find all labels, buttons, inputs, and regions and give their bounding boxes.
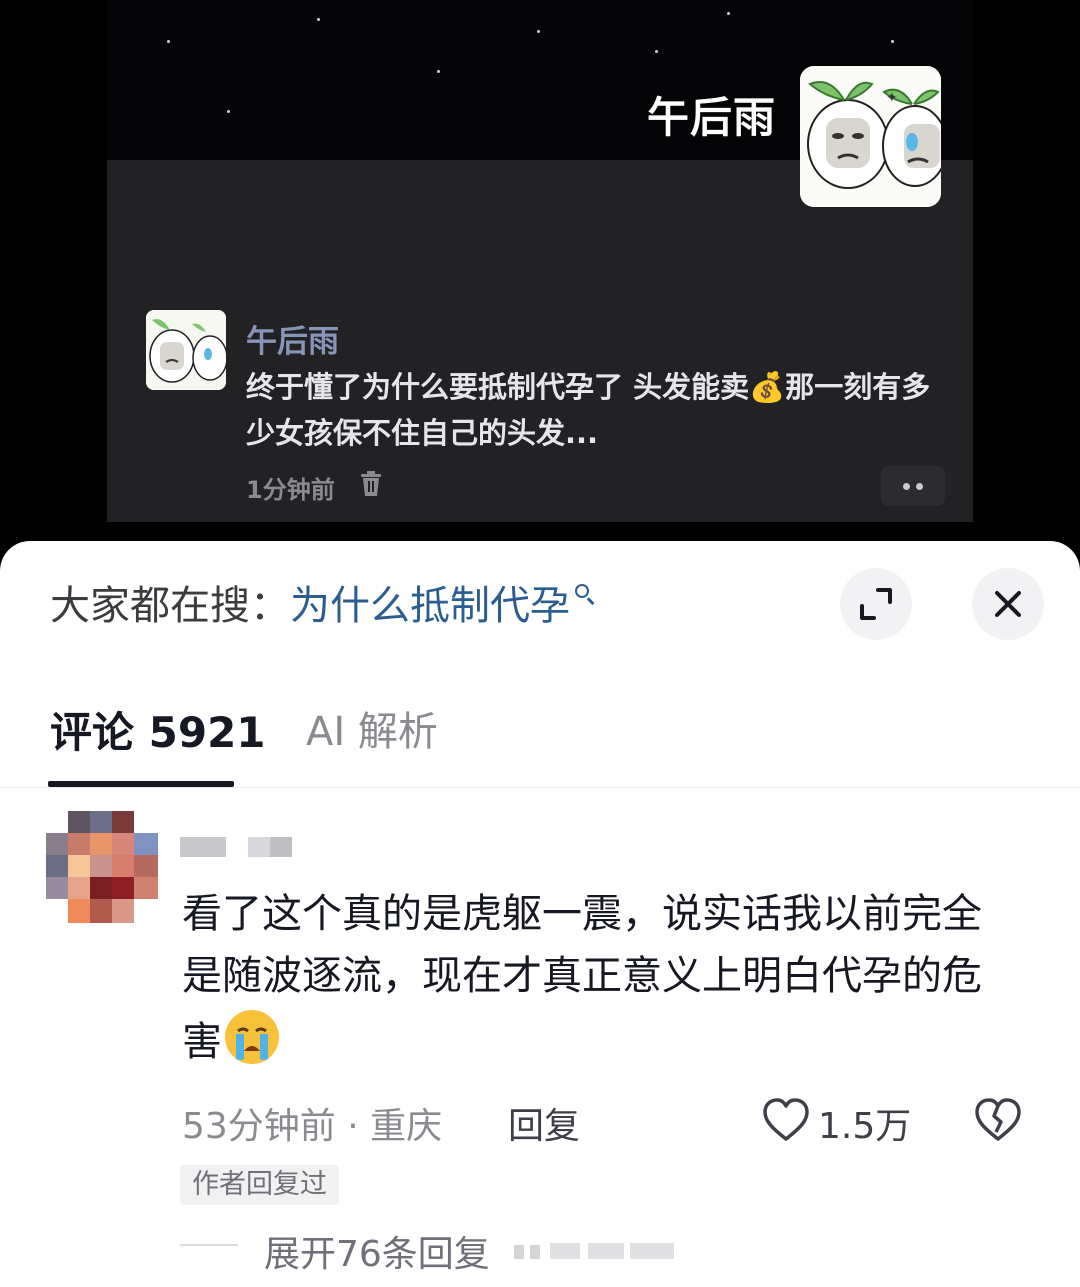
commenter-avatar[interactable] xyxy=(46,811,158,923)
comment-body: 看了这个真的是虎躯一震，说实话我以前完全是随波逐流，现在才真正意义上明白代孕的危… xyxy=(182,891,982,1065)
comment-text: 看了这个真的是虎躯一震，说实话我以前完全是随波逐流，现在才真正意义上明白代孕的危… xyxy=(182,883,1012,1073)
video-player[interactable]: 午后雨 ✦ 午后雨 终于懂了为什么要抵制代孕了 头发能卖💰那一刻有多少女孩保不住… xyxy=(0,0,1080,560)
tab-divider xyxy=(0,787,1080,788)
star xyxy=(317,18,320,21)
post-author-avatar[interactable] xyxy=(146,310,226,390)
expand-replies-divider xyxy=(180,1244,238,1246)
star xyxy=(655,50,658,53)
post-caption: 终于懂了为什么要抵制代孕了 头发能卖💰那一刻有多少女孩保不住自己的头发... xyxy=(246,370,931,450)
expand-replies-button[interactable]: 展开76条回复 xyxy=(264,1225,490,1277)
comment-meta: 53分钟前 · 重庆 xyxy=(182,1106,443,1147)
star xyxy=(891,40,894,43)
tab-ai-analysis[interactable]: AI 解析 xyxy=(306,699,438,757)
meme-sticker-art: ✦ xyxy=(800,66,941,207)
dot-icon xyxy=(903,483,910,490)
broken-heart-icon[interactable] xyxy=(974,1097,1022,1143)
like-count: 1.5万 xyxy=(818,1106,912,1147)
video-frame: 午后雨 ✦ 午后雨 终于懂了为什么要抵制代孕了 头发能卖💰那一刻有多少女孩保不住… xyxy=(107,0,973,522)
trending-search-query[interactable]: 为什么抵制代孕 xyxy=(290,583,570,629)
video-overlay-title: 午后雨 xyxy=(647,93,777,142)
crying-face-emoji-icon xyxy=(225,1010,279,1064)
close-button[interactable] xyxy=(972,568,1044,640)
dot-icon xyxy=(916,483,923,490)
trash-icon[interactable] xyxy=(359,470,383,498)
watermark-overlay xyxy=(510,1241,680,1263)
heart-icon[interactable] xyxy=(762,1097,810,1143)
tab-comments[interactable]: 评论 5921 xyxy=(50,699,266,760)
post-timestamp: 1分钟前 xyxy=(246,476,335,504)
star xyxy=(727,12,730,15)
svg-text:✦: ✦ xyxy=(886,90,898,106)
comments-sheet: 大家都在搜：为什么抵制代孕 评论 5921 AI 解析 看了这个真的是虎躯一震，… xyxy=(0,541,1080,1287)
author-replied-badge: 作者回复过 xyxy=(180,1165,339,1205)
star xyxy=(167,40,170,43)
star xyxy=(437,70,440,73)
expand-button[interactable] xyxy=(840,568,912,640)
search-icon[interactable] xyxy=(574,583,596,605)
trending-search[interactable]: 大家都在搜：为什么抵制代孕 xyxy=(50,579,596,633)
close-icon xyxy=(995,591,1021,617)
post-author-name[interactable]: 午后雨 xyxy=(246,316,339,361)
commenter-name-redacted[interactable] xyxy=(180,837,300,857)
expand-icon xyxy=(860,588,892,620)
star xyxy=(537,30,540,33)
meme-sticker: ✦ xyxy=(800,66,941,207)
avatar-meme-art xyxy=(146,310,226,390)
more-options-button[interactable] xyxy=(881,466,945,506)
star xyxy=(227,110,230,113)
reply-button[interactable]: 回复 xyxy=(508,1097,580,1149)
trending-search-prefix: 大家都在搜： xyxy=(50,583,290,629)
